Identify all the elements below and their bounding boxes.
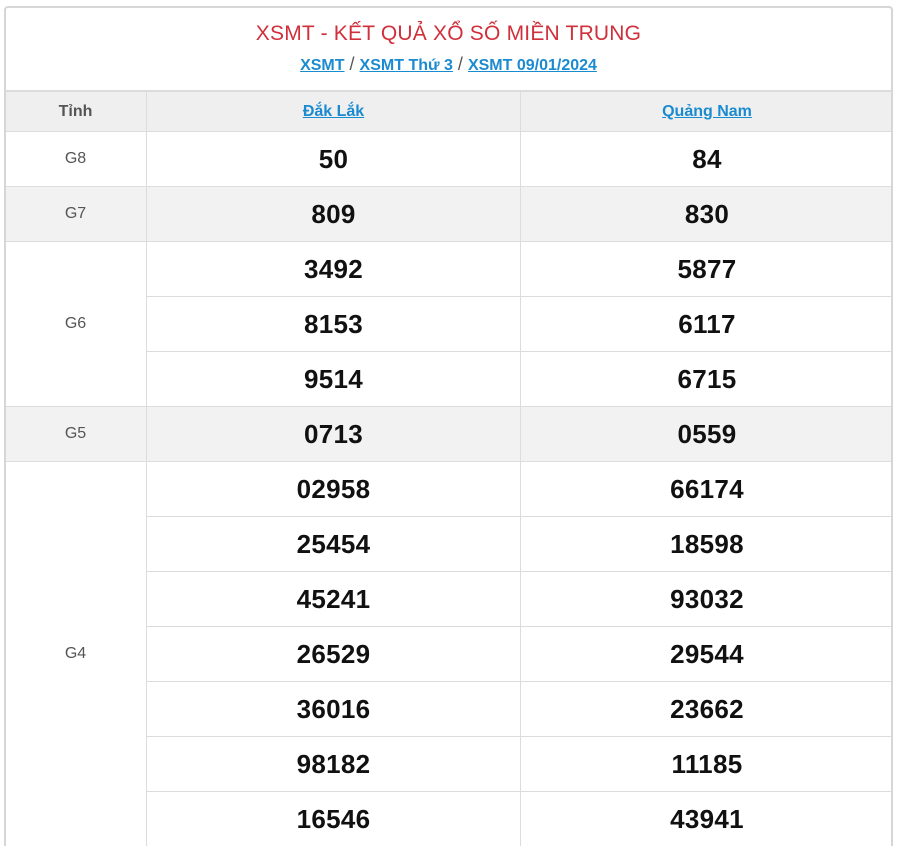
- breadcrumb-separator: /: [458, 54, 463, 74]
- result-number: 809: [147, 187, 521, 242]
- result-number: 5877: [521, 242, 894, 297]
- province-link-quang-nam[interactable]: Quảng Nam: [662, 103, 752, 120]
- table-row: G7 809 830: [5, 187, 894, 242]
- result-number: 25454: [147, 517, 521, 572]
- province-header-quang-nam: Quảng Nam: [521, 92, 894, 132]
- result-number: 26529: [147, 627, 521, 682]
- prize-label-g5: G5: [5, 407, 147, 462]
- table-row: G8 50 84: [5, 132, 894, 187]
- result-number: 16546: [147, 792, 521, 846]
- prize-label-g6: G6: [5, 242, 147, 407]
- result-number: 6715: [521, 352, 894, 407]
- breadcrumb-link-date[interactable]: XSMT 09/01/2024: [468, 57, 597, 74]
- result-number: 23662: [521, 682, 894, 737]
- breadcrumb: XSMT / XSMT Thứ 3 / XSMT 09/01/2024: [6, 54, 891, 76]
- result-number: 6117: [521, 297, 894, 352]
- result-number: 93032: [521, 572, 894, 627]
- result-number: 50: [147, 132, 521, 187]
- breadcrumb-link-weekday[interactable]: XSMT Thứ 3: [360, 57, 453, 74]
- table-header-row: Tỉnh Đắk Lắk Quảng Nam: [5, 92, 894, 132]
- breadcrumb-separator: /: [350, 54, 355, 74]
- results-table: Tỉnh Đắk Lắk Quảng Nam G8 50 84 G7 809 8…: [4, 91, 893, 846]
- result-number: 29544: [521, 627, 894, 682]
- prize-label-g8: G8: [5, 132, 147, 187]
- result-number: 18598: [521, 517, 894, 572]
- table-row: G5 0713 0559: [5, 407, 894, 462]
- result-number: 11185: [521, 737, 894, 792]
- prize-label-g7: G7: [5, 187, 147, 242]
- result-number: 3492: [147, 242, 521, 297]
- table-row: G4 02958 66174: [5, 462, 894, 517]
- result-number: 45241: [147, 572, 521, 627]
- results-header: XSMT - KẾT QUẢ XỔ SỐ MIỀN TRUNG XSMT/XSM…: [6, 8, 891, 91]
- result-number: 98182: [147, 737, 521, 792]
- province-header-dak-lak: Đắk Lắk: [147, 92, 521, 132]
- page-title: XSMT - KẾT QUẢ XỔ SỐ MIỀN TRUNG: [6, 8, 891, 47]
- result-number: 02958: [147, 462, 521, 517]
- result-number: 36016: [147, 682, 521, 737]
- province-column-header: Tỉnh: [5, 92, 147, 132]
- province-link-dak-lak[interactable]: Đắk Lắk: [303, 103, 364, 120]
- result-number: 0713: [147, 407, 521, 462]
- prize-label-g4: G4: [5, 462, 147, 846]
- result-number: 66174: [521, 462, 894, 517]
- result-number: 9514: [147, 352, 521, 407]
- result-number: 830: [521, 187, 894, 242]
- result-number: 8153: [147, 297, 521, 352]
- breadcrumb-link-xsmt[interactable]: XSMT: [300, 57, 344, 74]
- results-card: XSMT - KẾT QUẢ XỔ SỐ MIỀN TRUNG XSMT/XSM…: [4, 6, 893, 846]
- table-row: G6 3492 5877: [5, 242, 894, 297]
- result-number: 0559: [521, 407, 894, 462]
- result-number: 84: [521, 132, 894, 187]
- result-number: 43941: [521, 792, 894, 846]
